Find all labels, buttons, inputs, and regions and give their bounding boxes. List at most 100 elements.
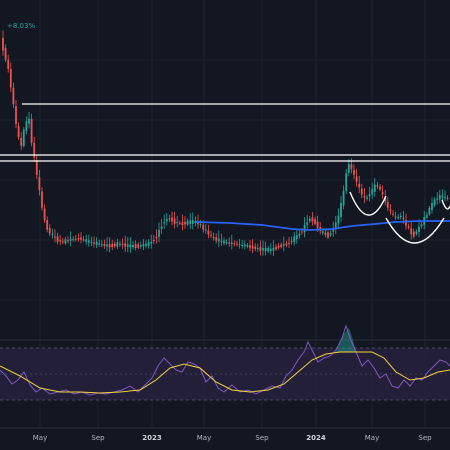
time-tick-label: Sep xyxy=(91,434,105,442)
candle-body xyxy=(150,242,153,244)
candle-body xyxy=(220,240,223,242)
candle-body xyxy=(158,230,160,237)
candle-body xyxy=(28,118,30,124)
candle-body xyxy=(210,234,212,236)
candle-body xyxy=(80,237,82,240)
candle-body xyxy=(64,239,67,244)
candle-body xyxy=(441,195,444,198)
candle-body xyxy=(407,226,410,228)
price-chart[interactable] xyxy=(0,0,450,450)
candle-body xyxy=(327,232,329,238)
candle-body xyxy=(298,233,301,236)
candle-body xyxy=(48,227,51,234)
candle-body xyxy=(82,239,85,241)
candle-body xyxy=(285,243,288,246)
candle-body xyxy=(311,217,314,222)
candle-body xyxy=(178,222,181,224)
candle-body xyxy=(67,240,69,242)
candle-body xyxy=(113,243,116,247)
candle-body xyxy=(134,244,137,248)
candle-body xyxy=(389,209,392,211)
candle-body xyxy=(215,237,218,241)
candle-body xyxy=(288,242,290,244)
candle-body xyxy=(282,244,285,246)
candle-body xyxy=(93,242,95,244)
candle-body xyxy=(360,188,363,195)
time-tick-label: May xyxy=(364,434,380,442)
candle-body xyxy=(191,220,194,224)
candle-body xyxy=(15,105,17,125)
candle-body xyxy=(256,248,259,250)
candle-body xyxy=(280,244,283,248)
time-tick-label: May xyxy=(32,434,48,442)
candle-body xyxy=(116,242,119,247)
candle-body xyxy=(438,195,441,200)
candle-body xyxy=(54,236,56,238)
candle-body xyxy=(397,217,400,219)
candle-body xyxy=(173,218,176,224)
candle-body xyxy=(428,208,431,215)
candle-body xyxy=(137,244,140,248)
candle-body xyxy=(353,170,355,175)
candle-body xyxy=(303,224,306,232)
candle-body xyxy=(293,236,296,243)
candle-body xyxy=(246,245,249,247)
candle-body xyxy=(35,159,38,176)
candle-body xyxy=(204,229,207,231)
candle-body xyxy=(415,231,418,235)
candle-body xyxy=(399,215,402,218)
candle-body xyxy=(2,38,4,51)
candle-body xyxy=(90,242,93,244)
candle-body xyxy=(95,241,98,245)
candle-body xyxy=(306,222,309,225)
candle-body xyxy=(189,220,192,224)
candle-body xyxy=(308,218,311,222)
candle-body xyxy=(267,247,270,252)
candle-body xyxy=(126,244,129,247)
candle-body xyxy=(217,238,220,242)
candle-body xyxy=(238,244,241,246)
candle-body xyxy=(275,246,277,250)
candle-body xyxy=(145,243,147,246)
candle-body xyxy=(272,247,275,251)
candle-body xyxy=(132,244,134,248)
candle-body xyxy=(119,243,121,245)
candle-body xyxy=(22,129,25,146)
candle-body xyxy=(350,164,353,170)
candle-body xyxy=(433,199,436,206)
candle-body xyxy=(25,121,28,131)
candle-body xyxy=(108,244,111,248)
candle-body xyxy=(129,244,132,248)
price-change-label: +8.03% xyxy=(7,22,36,30)
candle-body xyxy=(329,233,332,236)
candle-body xyxy=(233,243,236,245)
candle-body xyxy=(418,226,420,232)
candle-body xyxy=(85,239,88,242)
time-tick-label: 2024 xyxy=(306,434,326,442)
candle-body xyxy=(98,243,101,245)
candle-body xyxy=(402,217,405,219)
candle-body xyxy=(444,196,446,198)
candle-body xyxy=(392,213,394,215)
candle-body xyxy=(186,220,189,225)
candle-body xyxy=(56,236,59,242)
candle-body xyxy=(436,198,439,201)
candle-body xyxy=(38,177,41,191)
candle-body xyxy=(355,176,358,182)
candle-body xyxy=(155,236,158,239)
candle-body xyxy=(236,243,238,245)
candle-body xyxy=(371,189,374,195)
candle-body xyxy=(358,183,361,188)
candle-body xyxy=(420,224,423,227)
candle-body xyxy=(20,138,23,146)
candle-body xyxy=(212,237,215,239)
candle-body xyxy=(163,222,166,224)
candle-body xyxy=(223,240,225,244)
candle-body xyxy=(7,59,10,69)
candle-body xyxy=(254,246,257,249)
candle-body xyxy=(225,242,228,244)
candle-body xyxy=(103,243,106,246)
candle-body xyxy=(77,238,80,240)
candle-body xyxy=(100,244,103,246)
candle-body xyxy=(249,245,251,248)
